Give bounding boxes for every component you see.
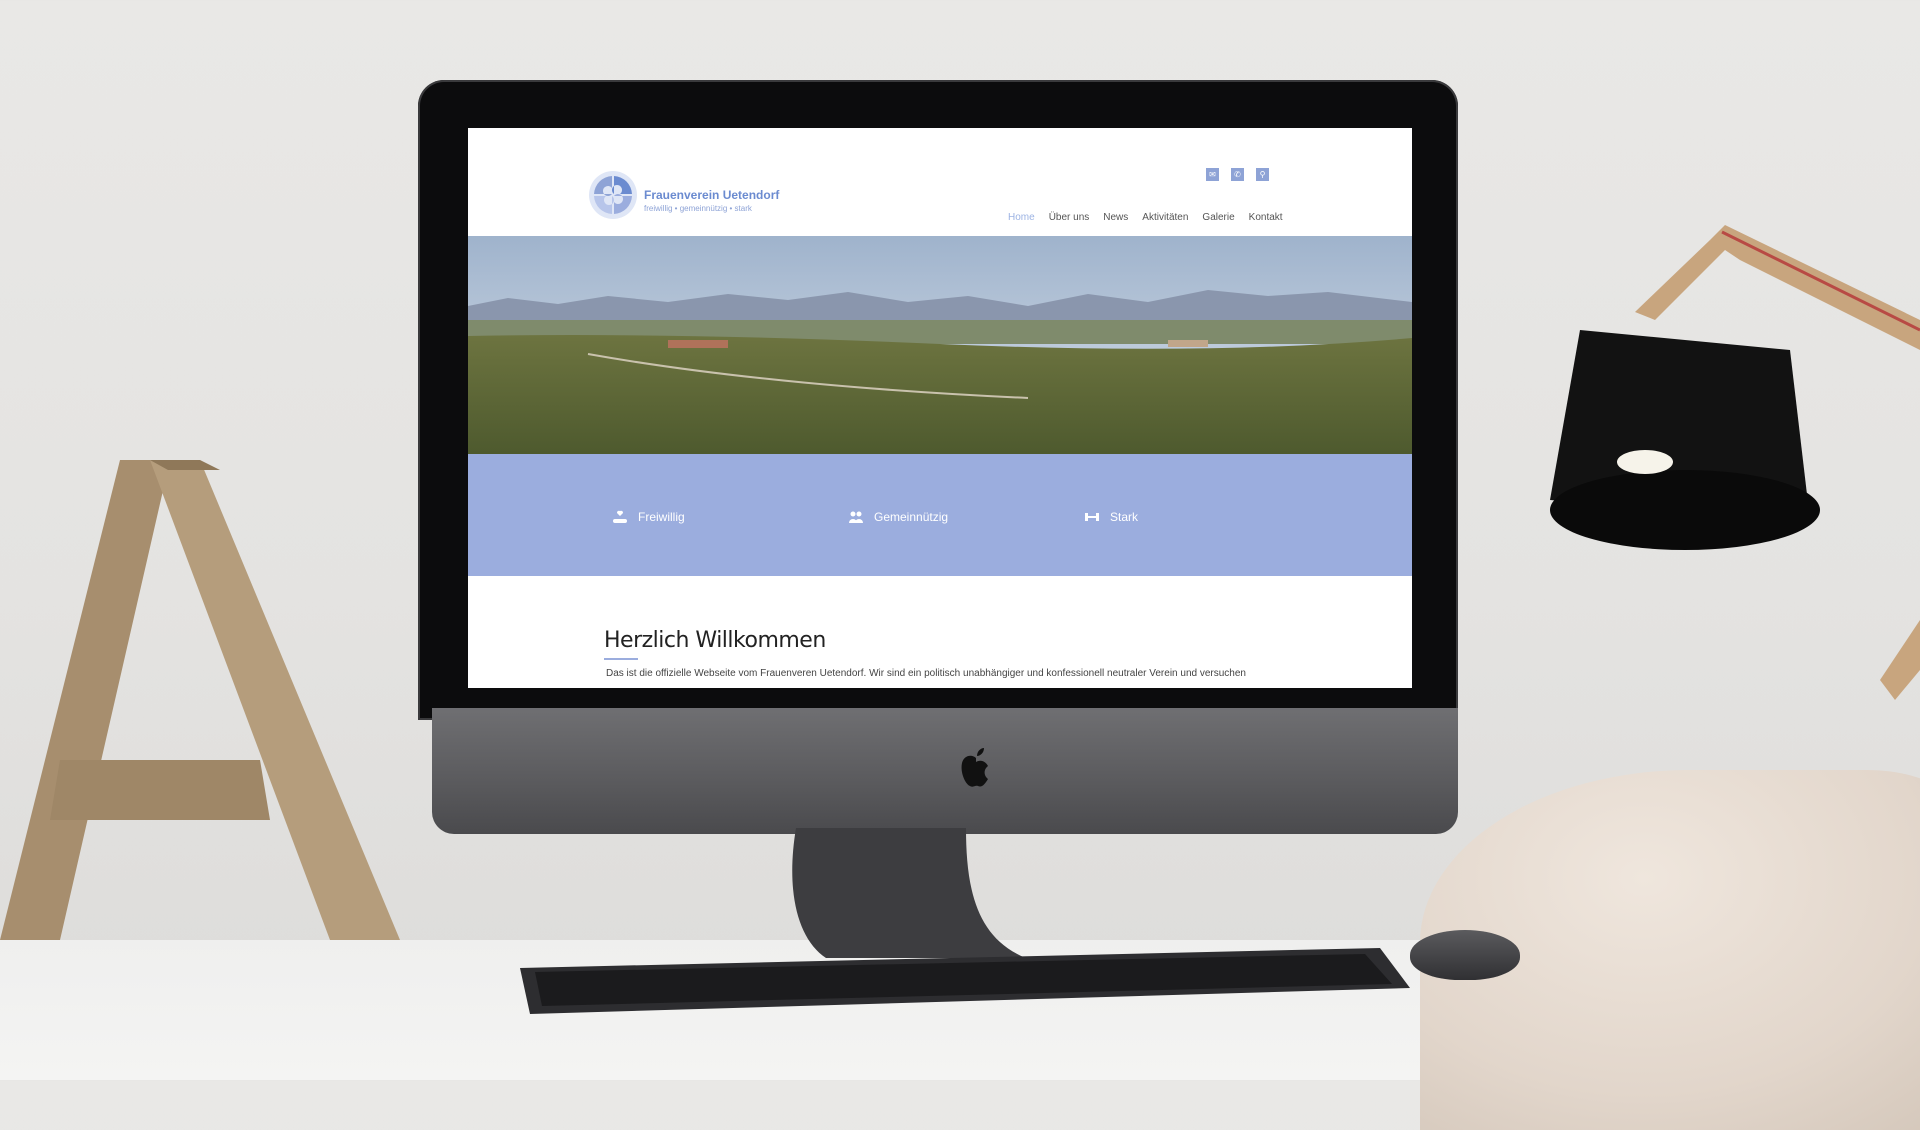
page-title: Herzlich Willkommen bbox=[604, 628, 826, 653]
header-icon-bar: ✉ ✆ ⚲ bbox=[1206, 168, 1269, 181]
apple-logo-icon bbox=[961, 748, 988, 787]
mail-icon[interactable]: ✉ bbox=[1206, 168, 1219, 181]
website-screen: Frauenverein Uetendorf freiwillig • geme… bbox=[468, 128, 1412, 688]
phone-icon[interactable]: ✆ bbox=[1231, 168, 1244, 181]
nav-item-home[interactable]: Home bbox=[1008, 212, 1035, 223]
search-icon[interactable]: ⚲ bbox=[1256, 168, 1269, 181]
imac-stand bbox=[792, 828, 1026, 958]
dumbbell-icon bbox=[1085, 513, 1099, 521]
mouse bbox=[1410, 930, 1520, 980]
keyboard bbox=[520, 948, 1410, 1014]
puzzle-logo-icon[interactable] bbox=[588, 170, 638, 220]
wooden-letter-a bbox=[0, 460, 400, 940]
feature-label: Freiwillig bbox=[638, 510, 685, 524]
nav-item-kontakt[interactable]: Kontakt bbox=[1249, 212, 1283, 223]
main-content: Herzlich Willkommen Das ist die offiziel… bbox=[468, 576, 1412, 688]
logo-title[interactable]: Frauenverein Uetendorf bbox=[644, 188, 779, 202]
hero-panorama-image bbox=[468, 236, 1412, 454]
desk-lamp bbox=[1550, 225, 1920, 700]
logo-tagline: freiwillig • gemeinnützig • stark bbox=[644, 204, 752, 213]
hand-heart-icon bbox=[613, 510, 627, 523]
nav-item-aktivitaeten[interactable]: Aktivitäten bbox=[1142, 212, 1188, 223]
feature-stark: Stark bbox=[1084, 510, 1138, 524]
feature-label: Stark bbox=[1110, 510, 1139, 524]
users-icon bbox=[849, 511, 863, 523]
imac-chin bbox=[432, 708, 1458, 834]
nav-item-news[interactable]: News bbox=[1103, 212, 1128, 223]
desk-scene: Frauenverein Uetendorf freiwillig • geme… bbox=[0, 0, 1920, 1130]
feature-gemeinnuetzig: Gemeinnützig bbox=[848, 510, 948, 524]
site-header: Frauenverein Uetendorf freiwillig • geme… bbox=[468, 128, 1412, 236]
values-band: Freiwillig Gemeinnützig Stark bbox=[468, 454, 1412, 576]
feature-label: Gemeinnützig bbox=[874, 510, 949, 524]
main-nav: Home Über uns News Aktivitäten Galerie K… bbox=[1008, 212, 1283, 223]
nav-item-galerie[interactable]: Galerie bbox=[1202, 212, 1234, 223]
intro-text: Das ist die offizielle Webseite vom Frau… bbox=[606, 668, 1246, 679]
feature-freiwillig: Freiwillig bbox=[612, 510, 685, 524]
title-underline bbox=[604, 658, 638, 660]
nav-item-uber-uns[interactable]: Über uns bbox=[1049, 212, 1090, 223]
